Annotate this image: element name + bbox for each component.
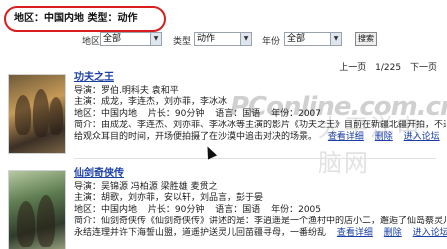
movie-poster[interactable] (8, 74, 66, 154)
search-button[interactable]: 搜索 (355, 32, 377, 46)
year-label: 年份 (262, 37, 281, 47)
movie-cast: 主演：胡歌，刘亦菲，安以轩，刘品言，彭于晏 (74, 193, 264, 204)
movie-meta: 地区：中国内地 片长：90分钟 语言：国语 年份：2007 (74, 109, 446, 121)
movie-poster[interactable] (8, 170, 66, 249)
year-select[interactable]: 全部 ▼ (284, 32, 342, 46)
movie-year: 年份：2005 (271, 204, 322, 215)
forum-link[interactable]: 进入论坛 (413, 228, 447, 238)
movie-synopsis-cont: 给观众耳目的时间，开场便拍摄了在沙漠中追击对决的场景。 (74, 131, 318, 142)
type-label: 类型 (173, 37, 192, 47)
type-select-value: 动作 (197, 34, 216, 44)
chevron-down-icon: ▼ (240, 33, 251, 45)
movie-length: 片长：90分钟 (147, 204, 205, 215)
movie-region: 地区：中国内地 (74, 204, 138, 215)
view-details-link[interactable]: 查看详细 (337, 228, 373, 238)
movie-actions: 永结连理并许下海誓山盟，道遥护送灵儿回苗疆寻母，一番纷乱 查看详细 删除 进入论… (74, 227, 447, 240)
chevron-down-icon: ▼ (330, 33, 341, 45)
chevron-down-icon: ▼ (150, 33, 161, 45)
forum-link[interactable]: 进入论坛 (404, 132, 440, 142)
movie-item: 仙剑奇侠传 导演：吴锦源 冯柏源 梁胜雄 麦贯之 主演：胡歌，刘亦菲，安以轩，刘… (74, 168, 447, 240)
delete-link[interactable]: 删除 (384, 228, 402, 238)
movie-synopsis-cont: 永结连理并许下海誓山盟，道遥护送灵儿回苗疆寻母，一番纷乱 (74, 227, 327, 238)
movie-language: 语言：国语 (215, 204, 261, 215)
movie-length: 片长：90分钟 (147, 108, 205, 119)
movie-meta: 地区：中国内地 片长：90分钟 语言：国语 年份：2005 (74, 205, 446, 217)
year-select-value: 全部 (287, 34, 306, 44)
movie-title-link[interactable]: 功夫之王 (74, 72, 446, 84)
region-select-value: 全部 (103, 34, 122, 44)
region-label: 地区 (82, 37, 101, 47)
active-filter-tag: 地区：中国内地 类型：动作 (4, 6, 166, 32)
movie-cast: 主演：成龙，李连杰，刘亦菲，李冰冰 (74, 97, 228, 108)
type-select[interactable]: 动作 ▼ (194, 32, 252, 46)
filter-bar: 地区 全部 ▼ 类型 动作 ▼ 年份 全部 ▼ 搜索 (0, 32, 447, 50)
movie-actions: 给观众耳目的时间，开场便拍摄了在沙漠中追击对决的场景。 查看详细 删除 进入论坛 (74, 132, 446, 144)
movie-director: 导演：罗伯.明科夫 袁和平 (74, 85, 179, 96)
movie-director: 导演：吴锦源 冯柏源 梁胜雄 麦贯之 (74, 181, 218, 192)
delete-link[interactable]: 删除 (375, 132, 393, 142)
movie-item: 功夫之王 导演：罗伯.明科夫 袁和平 主演：成龙，李连杰，刘亦菲，李冰冰 地区：… (74, 72, 446, 144)
movie-synopsis: 简介：由成龙、李连杰、刘亦菲、李冰冰等主演的影片《功夫之王》目前在新疆北疆开拍，… (74, 120, 446, 131)
movie-synopsis: 简介：仙剑奇侠传《仙剑奇侠传》讲述的是：李逍遥是一个渔村中的店小二，邂逅了仙岛蔡… (74, 216, 446, 227)
view-details-link[interactable]: 查看详细 (328, 132, 364, 142)
row-divider (74, 158, 436, 159)
movie-region: 地区：中国内地 (74, 108, 138, 119)
region-select[interactable]: 全部 ▼ (100, 32, 162, 46)
movie-title-link[interactable]: 仙剑奇侠传 (74, 168, 446, 180)
movie-year: 年份：2007 (271, 108, 322, 119)
movie-language: 语言：国语 (215, 108, 261, 119)
